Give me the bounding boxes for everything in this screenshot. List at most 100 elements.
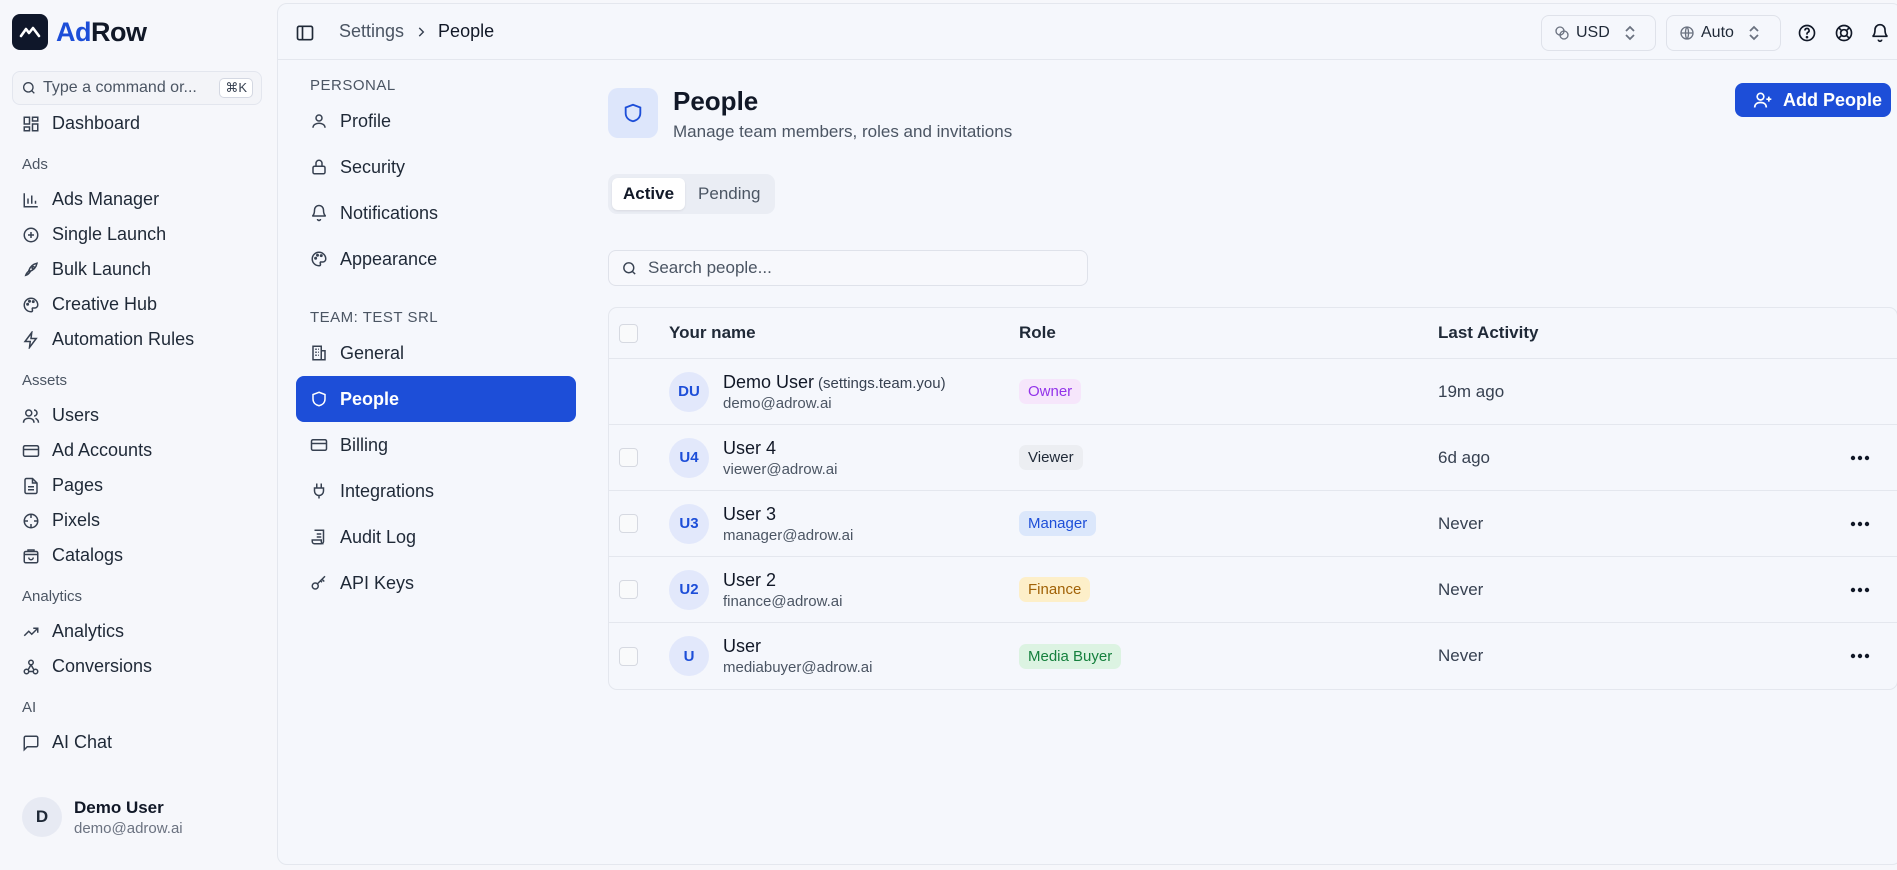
credit-card-icon <box>310 439 328 451</box>
settings-item-general[interactable]: General <box>296 330 576 376</box>
settings-item-label: General <box>340 342 405 363</box>
member-cell: U3 User 3 manager@adrow.ai <box>669 503 1019 544</box>
settings-section-team: TEAM: TEST SRL <box>310 309 439 326</box>
sidebar-toggle-icon[interactable] <box>295 23 315 43</box>
table-row[interactable]: U4 User 4 viewer@adrow.ai Viewer 6d ago <box>609 425 1897 491</box>
member-name-line: User 4 <box>723 438 837 459</box>
nav-item-bulk-launch[interactable]: Bulk Launch <box>0 252 277 287</box>
tab-pending[interactable]: Pending <box>687 178 771 210</box>
table-row[interactable]: DU Demo User (settings.team.you) demo@adr… <box>609 359 1897 425</box>
settings-item-notifications[interactable]: Notifications <box>296 190 576 236</box>
settings-item-security[interactable]: Security <box>296 144 576 190</box>
settings-item-label: API Keys <box>340 572 415 593</box>
user-profile-footer[interactable]: D Demo User demo@adrow.ai <box>22 797 183 837</box>
nav-item-ad-accounts[interactable]: Ad Accounts <box>0 433 277 468</box>
users-icon <box>22 408 40 423</box>
column-header-role: Role <box>1019 323 1056 342</box>
settings-item-label: Integrations <box>340 480 435 501</box>
settings-item-profile[interactable]: Profile <box>296 98 576 144</box>
nav-item-creative-hub[interactable]: Creative Hub <box>0 287 277 322</box>
search-input[interactable] <box>648 258 1068 278</box>
command-search[interactable]: Type a command or... ⌘K <box>12 71 262 105</box>
bell-icon[interactable] <box>1870 23 1890 43</box>
more-options-icon[interactable] <box>1850 521 1870 527</box>
trending-up-icon <box>23 627 39 636</box>
page-subtitle: Manage team members, roles and invitatio… <box>673 122 1013 141</box>
settings-item-api-keys[interactable]: API Keys <box>296 560 576 606</box>
nav-item-ai-chat[interactable]: AI Chat <box>0 725 277 760</box>
breadcrumb-settings[interactable]: Settings <box>339 21 404 42</box>
key-icon <box>311 575 326 590</box>
tab-active[interactable]: Active <box>612 178 686 210</box>
people-table: Your name Role Last Activity DU Demo Use… <box>608 307 1897 690</box>
nav-item-catalogs[interactable]: Catalogs <box>0 538 277 573</box>
row-checkbox[interactable] <box>619 514 638 533</box>
row-checkbox[interactable] <box>619 646 638 666</box>
nav-label: Automation Rules <box>52 329 195 349</box>
palette-icon <box>311 251 327 267</box>
brand[interactable]: AdRow <box>12 14 147 50</box>
table-row[interactable]: U User mediabuyer@adrow.ai Media Buyer N… <box>609 623 1897 689</box>
member-email: manager@adrow.ai <box>723 526 854 544</box>
user-plus-icon <box>1753 92 1772 108</box>
main-panel: Settings People USD Auto PERSONAL Profil… <box>277 3 1897 865</box>
nav-label: Analytics <box>52 621 125 641</box>
row-checkbox[interactable] <box>619 580 638 599</box>
search-icon <box>623 261 636 275</box>
bell-icon <box>311 204 327 222</box>
role-badge: Manager <box>1019 511 1097 536</box>
more-options-icon[interactable] <box>1850 587 1870 593</box>
nav-item-analytics[interactable]: Analytics <box>0 614 277 649</box>
settings-item-label: People <box>340 388 400 409</box>
avatar: DU <box>669 371 709 412</box>
globe-icon <box>1680 26 1694 40</box>
support-icon[interactable] <box>1834 23 1854 43</box>
member-name-line: Demo User (settings.team.you) <box>723 372 946 393</box>
add-people-button[interactable]: Add People <box>1735 83 1891 117</box>
more-options-icon[interactable] <box>1850 653 1870 659</box>
rocket-icon <box>24 261 38 276</box>
role-badge: Owner <box>1019 379 1082 404</box>
nav-label: Pages <box>52 475 104 495</box>
settings-item-billing[interactable]: Billing <box>296 422 576 468</box>
topbar: Settings People USD Auto <box>278 4 1897 60</box>
help-icon[interactable] <box>1797 23 1817 43</box>
member-name: Demo User <box>723 371 815 392</box>
member-cell: DU Demo User (settings.team.you) demo@adr… <box>669 371 1019 412</box>
nav-item-automation-rules[interactable]: Automation Rules <box>0 322 277 357</box>
user-icon <box>312 114 326 128</box>
nav-item-pages[interactable]: Pages <box>0 468 277 503</box>
settings-section-personal: PERSONAL <box>310 77 396 94</box>
nav-label: Catalogs <box>52 545 124 565</box>
settings-item-label: Appearance <box>340 248 438 269</box>
settings-item-people[interactable]: People <box>296 376 576 422</box>
nav-item-dashboard[interactable]: Dashboard <box>0 106 277 141</box>
nav-item-pixels[interactable]: Pixels <box>0 503 277 538</box>
nav-item-users[interactable]: Users <box>0 398 277 433</box>
table-row[interactable]: U3 User 3 manager@adrow.ai Manager Never <box>609 491 1897 557</box>
user-name: Demo User <box>74 797 164 817</box>
main-nav: Dashboard Ads Ads Manager Single Launch … <box>0 108 277 760</box>
sidebar: AdRow Type a command or... ⌘K Dashboard … <box>0 0 277 870</box>
table-row[interactable]: U2 User 2 finance@adrow.ai Finance Never <box>609 557 1897 623</box>
currency-select[interactable]: USD <box>1541 15 1656 51</box>
settings-item-appearance[interactable]: Appearance <box>296 236 576 282</box>
member-cell: U4 User 4 viewer@adrow.ai <box>669 437 1019 478</box>
palette-icon <box>23 296 39 313</box>
language-select[interactable]: Auto <box>1666 15 1781 51</box>
nav-item-conversions[interactable]: Conversions <box>0 649 277 684</box>
settings-item-integrations[interactable]: Integrations <box>296 468 576 514</box>
scroll-icon <box>311 529 325 545</box>
member-name: User 2 <box>723 569 777 590</box>
role-badge: Media Buyer <box>1019 643 1122 669</box>
member-name: User 4 <box>723 437 777 458</box>
nav-item-single-launch[interactable]: Single Launch <box>0 217 277 252</box>
member-name-line: User <box>723 636 872 657</box>
select-all-checkbox[interactable] <box>619 323 638 343</box>
settings-item-audit-log[interactable]: Audit Log <box>296 514 576 560</box>
chat-icon <box>23 735 39 752</box>
page-title: People <box>673 86 759 116</box>
row-checkbox[interactable] <box>619 448 638 467</box>
more-options-icon[interactable] <box>1850 455 1870 461</box>
nav-item-ads-manager[interactable]: Ads Manager <box>0 182 277 217</box>
